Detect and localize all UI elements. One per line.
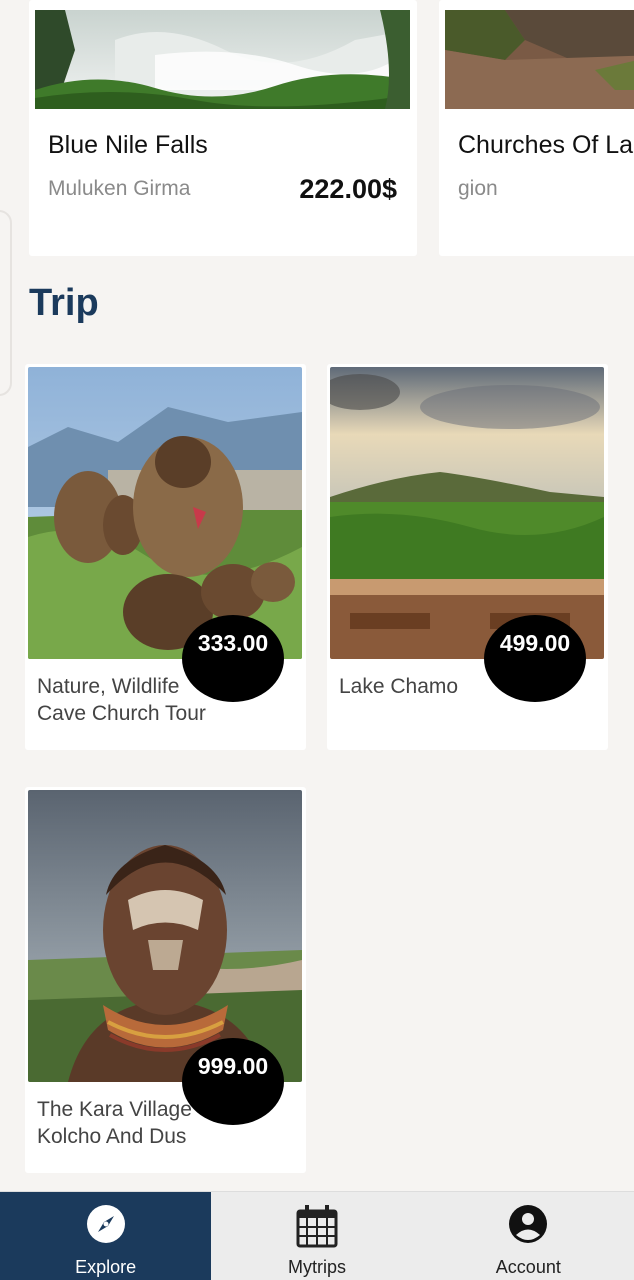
featured-subtitle: Muluken Girma: [48, 177, 191, 200]
nav-label-mytrips: Mytrips: [287, 1257, 346, 1277]
account-circle-icon: [508, 1204, 548, 1249]
trip-name: Lake Chamo: [339, 675, 459, 698]
trip-name: Nature, Wildlife Cave Church Tour: [37, 675, 206, 725]
nav-account[interactable]: Account: [423, 1192, 634, 1280]
nav-explore[interactable]: Explore: [0, 1192, 212, 1280]
featured-card-blue-nile-falls[interactable]: Blue Nile Falls Muluken Girma 222.00$: [29, 0, 417, 256]
side-drawer-handle[interactable]: [0, 210, 12, 396]
featured-title: Blue Nile Falls: [48, 131, 208, 159]
nav-label-explore: Explore: [75, 1257, 137, 1277]
calendar-icon: [295, 1204, 339, 1253]
trip-card-nature-wildlife[interactable]: Nature, Wildlife Cave Church Tour 333.00: [25, 364, 306, 750]
section-title-trip: Trip: [29, 282, 99, 324]
trip-image-kara-person: [28, 790, 302, 1082]
nav-label-account: Account: [495, 1257, 561, 1277]
bottom-navigation: Explore Mytrips Account: [0, 1191, 634, 1280]
featured-image-rock-church: [445, 10, 634, 109]
price-badge: 333.00: [182, 615, 284, 702]
featured-subtitle: gion: [458, 177, 498, 200]
trip-card-kara-village[interactable]: The Kara Village Kolcho And Dus 999.00: [25, 787, 306, 1173]
trip-image-gelada-baboons: [28, 367, 302, 659]
nav-mytrips[interactable]: Mytrips: [211, 1192, 422, 1280]
trip-name: The Kara Village Kolcho And Dus: [37, 1098, 192, 1148]
featured-card-churches[interactable]: Churches Of La gion: [439, 0, 634, 256]
featured-title: Churches Of La: [458, 131, 634, 159]
featured-price: 222.00$: [299, 174, 397, 204]
compass-icon: [86, 1204, 126, 1249]
price-badge: 999.00: [182, 1038, 284, 1125]
featured-image-waterfall: [35, 10, 410, 109]
trip-card-lake-chamo[interactable]: Lake Chamo 499.00: [327, 364, 608, 750]
trip-image-lake-chamo: [330, 367, 604, 659]
price-badge: 499.00: [484, 615, 586, 702]
